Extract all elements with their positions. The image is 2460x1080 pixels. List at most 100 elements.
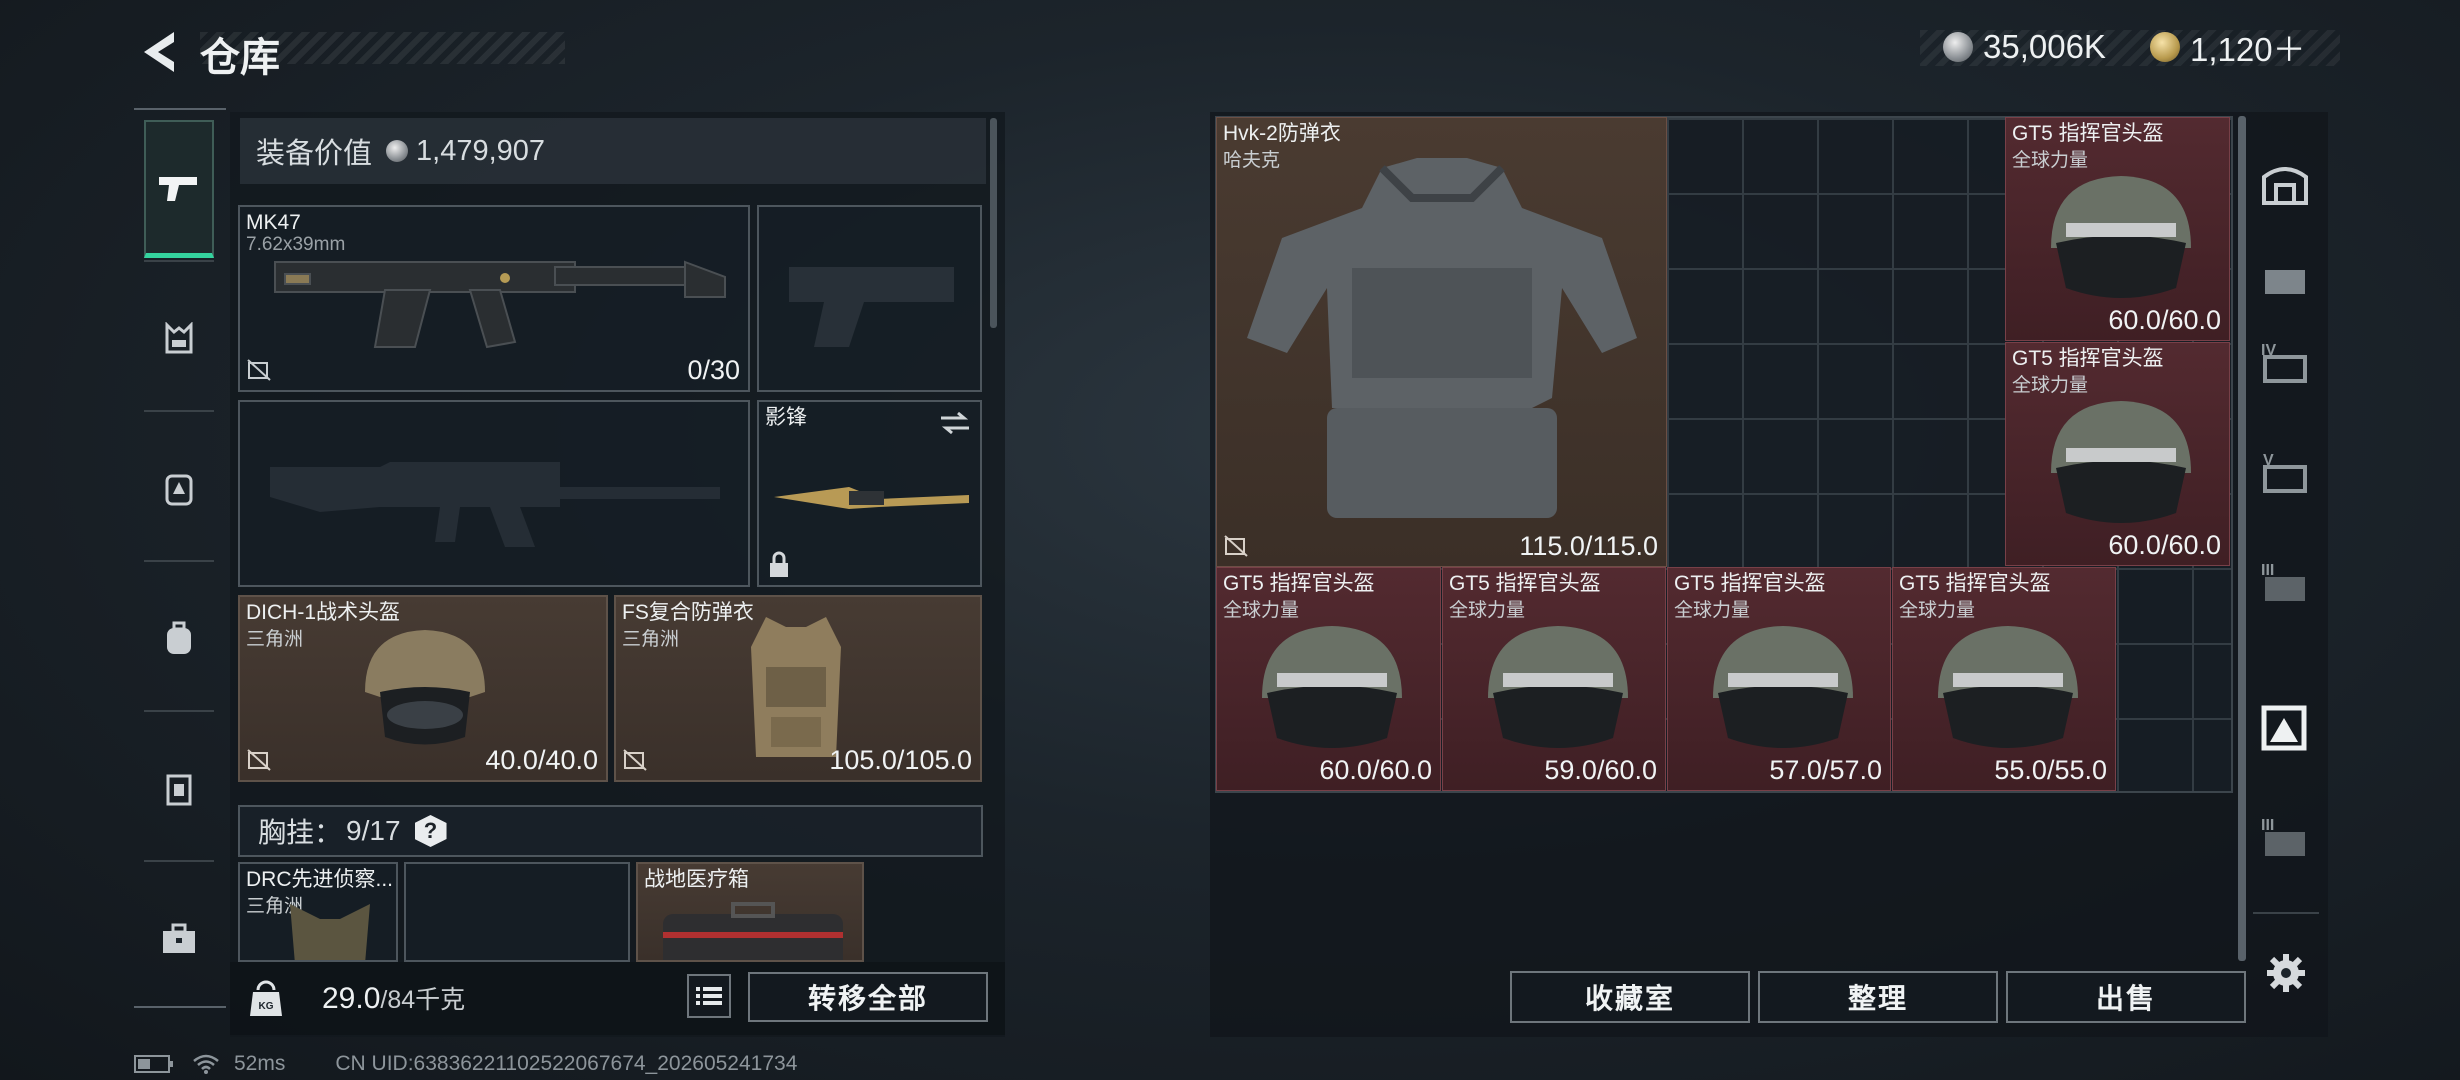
- armor-name: FS复合防弹衣: [622, 601, 754, 624]
- gt5-helmet-image: [1713, 626, 1853, 748]
- weight-max: /84千克: [380, 986, 466, 1014]
- knife-image: [774, 487, 969, 509]
- nav-secure-case[interactable]: [144, 754, 214, 824]
- tab-storage-iii-b[interactable]: III: [2255, 807, 2315, 867]
- no-insurance-icon: [1224, 535, 1248, 557]
- storage-item-durability: 55.0/55.0: [1994, 755, 2107, 785]
- swap-arrows-icon[interactable]: [938, 410, 972, 436]
- body-armor-slot[interactable]: FS复合防弹衣 三角洲 105.0/105.0: [614, 595, 982, 782]
- primary-weapon-slot[interactable]: MK47 7.62x39mm 0/30: [238, 205, 750, 392]
- drc-rig-image: [290, 904, 370, 960]
- rig-item-name: DRC先进侦察...: [246, 868, 393, 891]
- storage-item-durability: 60.0/60.0: [2108, 305, 2221, 335]
- rig-pocket-empty[interactable]: [404, 862, 630, 962]
- mk47-rifle-image: [274, 260, 726, 349]
- dich1-helmet-image: [365, 630, 485, 745]
- nav-briefcase[interactable]: [144, 904, 214, 974]
- medkit-name: 战地医疗箱: [644, 868, 749, 891]
- secure-case-icon: [166, 774, 192, 806]
- storage-item-durability: 60.0/60.0: [2108, 530, 2221, 560]
- nav-weapons[interactable]: [144, 120, 214, 258]
- silver-currency-value: 35,006K: [1983, 28, 2106, 65]
- gt5-helmet-image: [1262, 626, 1402, 748]
- transfer-all-button[interactable]: 转移全部: [748, 972, 988, 1022]
- chest-rig-icon: [165, 322, 193, 354]
- storage-item-gt5-helmet[interactable]: GT5 指挥官头盔 全球力量 60.0/60.0: [1216, 567, 1441, 791]
- primary-weapon-ammo: 0/30: [687, 355, 740, 385]
- chest-rig-label: 胸挂：: [258, 817, 343, 848]
- storage-item-name: GT5 指挥官头盔: [1223, 572, 1375, 595]
- status-bar: 52ms CN UID:6383622110252206767​4_202605…: [134, 1052, 797, 1076]
- storage-item-durability: 59.0/60.0: [1544, 755, 1657, 785]
- no-insurance-icon: [247, 749, 271, 771]
- tab-storage-v[interactable]: V: [2255, 442, 2315, 502]
- silver-coin-icon: [386, 140, 409, 162]
- weight-readout: 29.0/84千克: [322, 980, 465, 1016]
- tab-storage-iii[interactable]: III: [2255, 552, 2315, 612]
- storage-tab-nav: IV V III III: [2245, 112, 2327, 967]
- storage-item-durability: 60.0/60.0: [1319, 755, 1432, 785]
- gear-icon: [2267, 954, 2305, 992]
- armor-durability: 105.0/105.0: [829, 745, 972, 775]
- chest-rig-capacity: 9/17: [346, 815, 401, 846]
- weight-icon: KG: [250, 980, 282, 1016]
- storage-tier-iii-icon: III: [2261, 817, 2305, 856]
- help-icon[interactable]: ?: [414, 815, 447, 847]
- equipment-value-label: 装备价值: [256, 138, 373, 170]
- weight-current: 29.0: [322, 982, 381, 1015]
- collection-room-button[interactable]: 收藏室: [1510, 971, 1750, 1023]
- gt5-helmet-image: [1488, 626, 1628, 748]
- storage-item-gt5-helmet[interactable]: GT5 指挥官头盔 全球力量 60.0/60.0: [2005, 342, 2230, 566]
- medkit-slot[interactable]: 战地医疗箱: [636, 862, 864, 962]
- storage-item-name: GT5 指挥官头盔: [2012, 347, 2164, 370]
- storage-tier-iv-icon: IV: [2261, 342, 2307, 383]
- gold-currency[interactable]: 1,120＋: [2150, 26, 2306, 68]
- storage-item-gt5-helmet[interactable]: GT5 指挥官头盔 全球力量 59.0/60.0: [1442, 567, 1666, 791]
- storage-item-gt5-helmet[interactable]: GT5 指挥官头盔 全球力量 55.0/55.0: [1892, 567, 2116, 791]
- pistol-silhouette-icon: [789, 267, 954, 347]
- storage-item-hvk2-armor[interactable]: Hvk-2防弹衣 哈夫克 115.0/115.0: [1216, 117, 1667, 567]
- rifle-silhouette-icon: [270, 462, 720, 547]
- rig-slot[interactable]: DRC先进侦察... 三角洲: [238, 862, 398, 962]
- helmet-faction: 三角洲: [246, 629, 304, 650]
- gold-currency-value: 1,120＋: [2190, 31, 2306, 68]
- no-insurance-icon: [247, 359, 271, 381]
- tab-storage-active[interactable]: [2255, 697, 2315, 757]
- silver-currency[interactable]: 35,006K: [1943, 26, 2106, 68]
- settings-button[interactable]: [2265, 952, 2307, 999]
- storage-item-gt5-helmet[interactable]: GT5 指挥官头盔 全球力量 57.0/57.0: [1667, 567, 1891, 791]
- storage-item-name: GT5 指挥官头盔: [1449, 572, 1601, 595]
- pistol-slot-empty[interactable]: [757, 205, 982, 392]
- storage-item-gt5-helmet[interactable]: GT5 指挥官头盔 全球力量 60.0/60.0: [2005, 117, 2230, 341]
- gt5-helmet-image: [2051, 401, 2191, 523]
- tab-storage-top[interactable]: [2255, 252, 2315, 312]
- backpack-icon: [167, 621, 191, 654]
- helmet-slot[interactable]: DICH-1战术头盔 三角洲 40.0/40.0: [238, 595, 608, 782]
- storage-item-durability: 115.0/115.0: [1519, 531, 1658, 561]
- back-arrow-icon[interactable]: [130, 22, 190, 82]
- nav-backpack-small[interactable]: [144, 454, 214, 524]
- chest-rig-header: 胸挂： 9/17 ?: [238, 805, 983, 857]
- equipment-value: 1,479,907: [416, 134, 546, 167]
- pistol-icon: [159, 176, 197, 201]
- svg-text:KG: KG: [259, 1001, 274, 1012]
- nav-backpack[interactable]: [144, 604, 214, 674]
- tab-storage-iv[interactable]: IV: [2255, 332, 2315, 392]
- gt5-helmet-image: [2051, 176, 2191, 298]
- page-title: 仓库: [200, 36, 280, 80]
- melee-slot[interactable]: 影锋: [757, 400, 982, 587]
- silver-coin-icon: [1943, 32, 1973, 62]
- lock-icon: [770, 551, 788, 577]
- battery-icon: [134, 1055, 173, 1073]
- helmet-durability: 40.0/40.0: [485, 745, 598, 775]
- storage-shelf-icon: [2265, 270, 2305, 294]
- tab-warehouse-home[interactable]: [2255, 152, 2315, 212]
- secondary-weapon-slot-empty[interactable]: [238, 400, 750, 587]
- equipment-scrollbar[interactable]: [990, 118, 997, 328]
- melee-name: 影锋: [765, 406, 807, 429]
- nav-chest-rig[interactable]: [144, 304, 214, 374]
- warehouse-icon: [2262, 167, 2308, 205]
- list-view-button[interactable]: [687, 974, 731, 1018]
- organize-button[interactable]: 整理: [1758, 971, 1998, 1023]
- sell-button[interactable]: 出售: [2006, 971, 2246, 1023]
